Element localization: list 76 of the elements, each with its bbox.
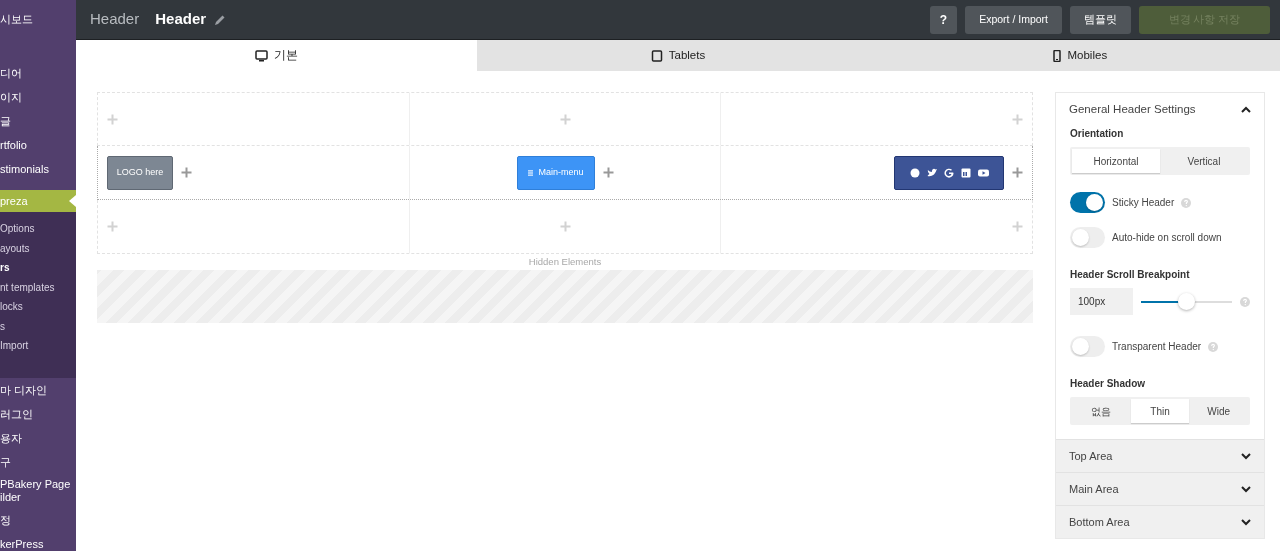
segment-option[interactable]: Vertical [1160, 149, 1248, 173]
plus-icon [1012, 113, 1023, 125]
help-icon [1208, 341, 1219, 352]
plus-icon [559, 221, 571, 232]
help-icon [1240, 296, 1250, 307]
submenu-item[interactable]: locks [0, 297, 76, 317]
toolbar-button[interactable]: 템플릿 [1070, 5, 1131, 34]
accordion-header[interactable]: Main Area [1056, 472, 1264, 505]
value-field[interactable]: 100px [1070, 288, 1133, 315]
sidebar-item[interactable]: kerPress [0, 531, 76, 551]
help-button[interactable]: ? [929, 5, 958, 34]
segment-option[interactable]: Thin [1130, 399, 1190, 423]
phone-icon [1051, 49, 1062, 62]
hidden-elements-label: Hidden Elements [527, 255, 603, 269]
sidebar-item[interactable]: 마 디자인 [0, 377, 76, 402]
menu-icon [527, 168, 534, 177]
sidebar-item[interactable]: 용자 [0, 425, 76, 450]
play-icon [977, 167, 989, 178]
sidebar-item[interactable]: 구 [0, 449, 76, 474]
toggle-label: Auto-hide on scroll down [1112, 231, 1222, 245]
submenu-item[interactable]: Import [0, 336, 76, 356]
toggle-label: Transparent Header [1112, 340, 1202, 354]
social-icons-element[interactable] [894, 155, 1004, 190]
plus-icon [559, 113, 571, 125]
toggle-switch[interactable] [1070, 192, 1105, 213]
circle-icon [909, 167, 920, 178]
help-icon [1181, 197, 1192, 208]
sidebar-item[interactable]: 글 [0, 109, 76, 133]
setting-label: Header Shadow [1070, 377, 1147, 391]
logo-element[interactable]: LOGO here [107, 155, 173, 190]
sidebar-item[interactable]: stimonials [0, 157, 76, 181]
chevron-down-icon [1241, 452, 1251, 460]
device-tab[interactable]: Tablets [477, 40, 879, 71]
setting-label: Orientation [1070, 127, 1125, 141]
chevron-down-icon [1241, 485, 1251, 493]
sidebar-item[interactable]: PBakery Page ilder [0, 473, 76, 508]
toggle-switch[interactable] [1070, 336, 1105, 357]
plus-icon [1012, 221, 1023, 232]
slider-thumb[interactable] [1177, 293, 1195, 310]
sidebar-item[interactable]: 러그인 [0, 401, 76, 426]
submenu-item[interactable]: ayouts [0, 238, 76, 258]
toolbar-button[interactable]: Export / Import [965, 5, 1062, 34]
tablet-icon [650, 49, 663, 62]
segment-option[interactable]: Horizontal [1072, 149, 1160, 173]
submenu-item[interactable]: s [0, 316, 76, 336]
accordion-header[interactable]: Top Area [1056, 439, 1264, 472]
chevron-up-icon [1241, 106, 1251, 113]
setting-label: Header Scroll Breakpoint [1070, 268, 1191, 282]
submenu-item[interactable]: nt templates [0, 277, 76, 297]
plus-icon [602, 167, 614, 178]
section-label: Header [90, 9, 140, 30]
pencil-icon [214, 13, 227, 26]
monitor-icon [255, 49, 269, 62]
bird-icon [926, 167, 937, 178]
device-tab[interactable]: Mobiles [878, 40, 1280, 71]
accordion-header[interactable]: General Header Settings [1056, 93, 1264, 126]
sidebar-item[interactable]: 정 [0, 507, 76, 532]
g-icon [943, 167, 954, 178]
submenu-item[interactable]: rs [0, 258, 76, 278]
segment-option[interactable]: Wide [1189, 399, 1248, 423]
sidebar-item[interactable]: rtfolio [0, 133, 76, 157]
sidebar-item[interactable]: 이지 [0, 85, 76, 109]
plus-icon [107, 221, 118, 232]
segment-option[interactable]: 없음 [1072, 399, 1131, 423]
accordion-header[interactable]: Bottom Area [1056, 505, 1264, 538]
plus-icon [1012, 167, 1023, 178]
toggle-label: Sticky Header [1112, 196, 1175, 210]
plus-icon [181, 167, 192, 178]
sidebar-item[interactable]: 디어 [0, 61, 76, 85]
header-title: Header [155, 9, 207, 30]
sidebar-item[interactable]: 시보드 [0, 7, 76, 31]
toggle-switch[interactable] [1070, 227, 1105, 248]
square-icon [960, 167, 971, 178]
submenu-item[interactable]: Options [0, 219, 76, 239]
plus-icon [107, 113, 118, 125]
chevron-down-icon [1241, 518, 1251, 526]
